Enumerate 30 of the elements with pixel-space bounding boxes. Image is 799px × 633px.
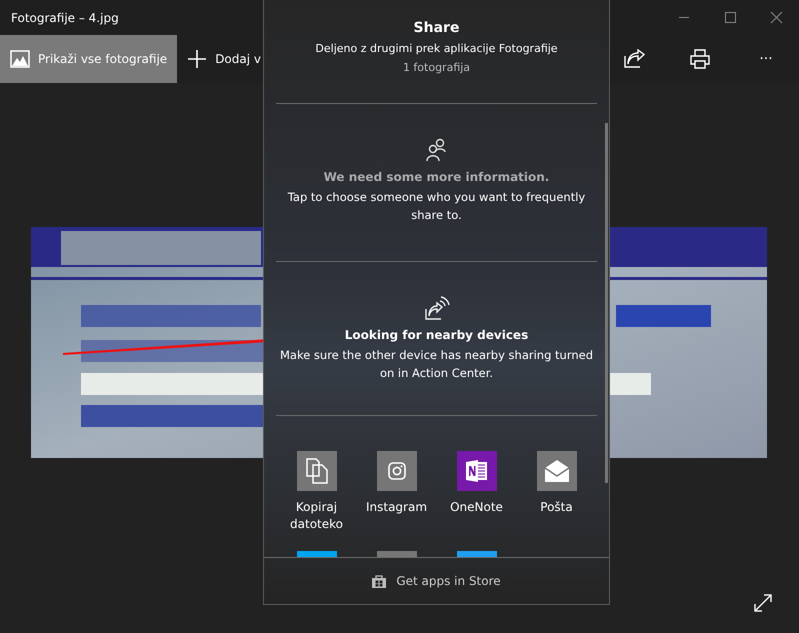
option-heading: We need some more information.	[324, 170, 550, 184]
nearby-share-icon	[424, 296, 450, 320]
notebook-icon	[464, 459, 488, 483]
share-app[interactable]: Instagram	[356, 451, 436, 541]
option-heading: Looking for nearby devices	[344, 328, 528, 342]
add-to-button[interactable]: Dodaj v	[177, 35, 271, 83]
more-button[interactable]: ···	[733, 35, 799, 83]
printer-icon	[689, 48, 711, 70]
expand-icon[interactable]	[753, 593, 773, 613]
scrollbar[interactable]	[605, 123, 608, 483]
photo-count: 1 fotografija	[402, 61, 470, 74]
copy-icon	[306, 458, 328, 484]
option-description: Make sure the other device has nearby sharing turned on in Action Center.	[278, 347, 594, 382]
plus-icon	[187, 49, 208, 69]
contact-option[interactable]: We need some more information. Tap to choose someone who you want to frequently share to.	[276, 104, 597, 261]
store-icon	[372, 574, 386, 588]
store-link[interactable]: Get apps in Store	[366, 573, 507, 589]
camera-icon	[388, 462, 406, 480]
panel-title: Share	[414, 20, 460, 36]
all-photos-button[interactable]: Prikaži vse fotografije	[0, 35, 178, 83]
image-icon	[10, 50, 30, 68]
share-app[interactable]: Pošta	[516, 451, 596, 541]
panel-subtitle: Deljeno z drugimi prek aplikacije Fotografije	[315, 42, 558, 55]
people-icon	[424, 138, 448, 162]
window-title: Fotografije – 4.jpg	[10, 10, 119, 24]
share-icon	[623, 49, 645, 69]
envelope-icon	[542, 459, 570, 483]
share-app[interactable]: Kopiraj datoteko	[276, 451, 356, 541]
option-description: Tap to choose someone who you want to frequently share to.	[286, 189, 586, 224]
share-app[interactable]: OneNote	[436, 451, 516, 541]
